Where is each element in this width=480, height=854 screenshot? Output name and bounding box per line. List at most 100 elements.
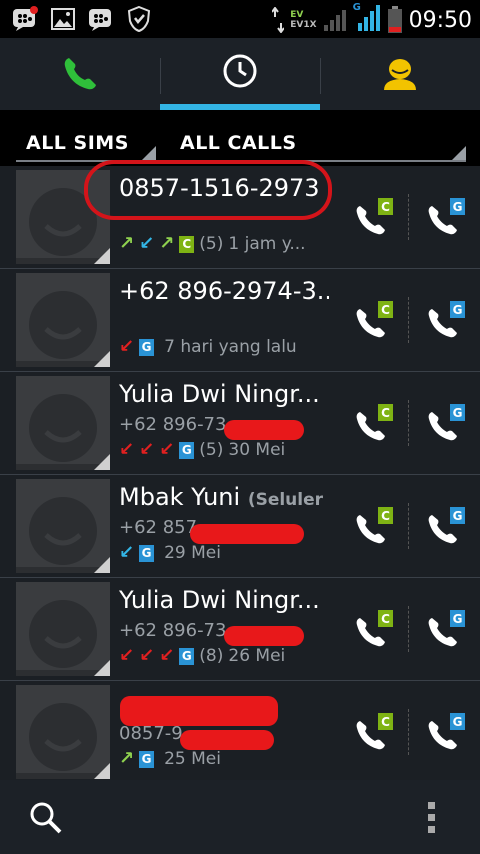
- call-out-arrow-icon: ↗: [159, 234, 175, 254]
- redaction-mark: [224, 420, 304, 440]
- call-meta: ↗ ↙ ↗ C (5) 1 jam y...: [119, 234, 334, 254]
- avatar[interactable]: [16, 273, 110, 367]
- dropdown-triangle-icon: [142, 146, 156, 160]
- sim-badge: G: [179, 647, 195, 665]
- quick-contact-triangle-icon: [94, 351, 110, 367]
- call-sim2-button[interactable]: G: [424, 711, 468, 755]
- avatar[interactable]: [16, 582, 110, 676]
- clock-icon: [223, 54, 257, 88]
- tab-phone[interactable]: [0, 38, 160, 110]
- caller-name-text: Yulia Dwi Ningr...: [119, 380, 320, 408]
- call-meta: ↙ G 7 hari yang lalu: [119, 337, 334, 357]
- call-sim2-button[interactable]: G: [424, 402, 468, 446]
- call-sim1-button[interactable]: C: [352, 402, 396, 446]
- bbm-notification-icon: [12, 6, 38, 32]
- network-tags: EV EV1X: [290, 10, 316, 30]
- call-sim2-button[interactable]: G: [424, 196, 468, 240]
- call-time: 29 Mei: [164, 543, 221, 563]
- caller-number-type: (Seluler: [247, 490, 324, 510]
- avatar[interactable]: [16, 479, 110, 573]
- call-sim1-button[interactable]: C: [352, 299, 396, 343]
- quick-contact-triangle-icon: [94, 763, 110, 779]
- bottom-action-bar: [0, 780, 480, 854]
- call-time: 25 Mei: [164, 749, 221, 769]
- call-sim1-button[interactable]: C: [352, 196, 396, 240]
- sim1-label: C: [381, 715, 390, 729]
- search-icon: [30, 802, 62, 834]
- data-activity-icon: [272, 7, 285, 33]
- button-divider: [408, 606, 409, 652]
- call-sim1-button[interactable]: C: [352, 608, 396, 652]
- sim2-label: G: [453, 715, 463, 729]
- phone-icon: [64, 58, 96, 90]
- sim2-label: G: [453, 303, 463, 317]
- phone-sim1-icon: C: [356, 713, 393, 750]
- button-divider: [408, 297, 409, 343]
- sim1-label: C: [381, 406, 390, 420]
- sim2-label: G: [453, 406, 463, 420]
- overflow-menu-button[interactable]: [426, 800, 438, 838]
- sim1-label: C: [381, 612, 390, 626]
- highlight-circle-annotation: [84, 160, 332, 220]
- call-out-arrow-icon: ↗: [119, 749, 135, 769]
- call-missed-arrow-icon: ↙: [139, 440, 155, 460]
- phone-sim1-icon: C: [356, 507, 393, 544]
- call-sim2-button[interactable]: G: [424, 608, 468, 652]
- overflow-menu-icon: [428, 802, 435, 833]
- phone-sim2-icon: G: [428, 404, 465, 441]
- tab-bar: [0, 38, 480, 110]
- caller-name: Mbak Yuni (Seluler: [119, 483, 329, 511]
- network-tag-1: EV: [290, 10, 304, 20]
- call-count: (5): [199, 234, 224, 254]
- call-time: 30 Mei: [228, 440, 286, 460]
- call-sim1-button[interactable]: C: [352, 505, 396, 549]
- call-sim2-button[interactable]: G: [424, 505, 468, 549]
- tab-contacts[interactable]: [320, 38, 480, 110]
- shield-icon: [126, 6, 152, 32]
- call-time: 1 jam y...: [228, 234, 306, 254]
- call-log-row[interactable]: 0857-1516-2973 ↗ ↙ ↗ C (5) 1 jam y... C G: [0, 160, 480, 269]
- phone-sim1-icon: C: [356, 610, 393, 647]
- call-sim2-button[interactable]: G: [424, 299, 468, 343]
- quick-contact-triangle-icon: [94, 660, 110, 676]
- button-divider: [408, 400, 409, 446]
- calls-filter-dropdown[interactable]: ALL CALLS: [170, 124, 466, 162]
- sim-badge: G: [179, 441, 195, 459]
- call-log-row[interactable]: +62 896-2974-3... ↙ G 7 hari yang lalu C…: [0, 269, 480, 372]
- sim2-label: G: [453, 612, 463, 626]
- sim-badge: G: [139, 544, 155, 562]
- call-log-list: 0857-1516-2973 ↗ ↙ ↗ C (5) 1 jam y... C G: [0, 160, 480, 784]
- phone-sim2-icon: G: [428, 507, 465, 544]
- calls-filter-label: ALL CALLS: [180, 132, 297, 154]
- avatar[interactable]: [16, 376, 110, 470]
- call-meta: ↙ ↙ ↙ G (8) 26 Mei: [119, 646, 334, 666]
- caller-number: 0857-9: [119, 723, 183, 744]
- call-count: (5): [199, 440, 224, 460]
- sims-filter-dropdown[interactable]: ALL SIMS: [16, 124, 156, 162]
- search-button[interactable]: [28, 800, 64, 840]
- button-divider: [408, 194, 409, 240]
- caller-number: +62 896-73: [119, 620, 227, 641]
- call-in-arrow-icon: ↙: [139, 234, 155, 254]
- call-time: 7 hari yang lalu: [164, 337, 297, 357]
- sims-filter-label: ALL SIMS: [26, 132, 129, 154]
- sim2-label: G: [453, 509, 463, 523]
- call-sim1-button[interactable]: C: [352, 711, 396, 755]
- sim-badge: G: [139, 338, 155, 356]
- redaction-mark: [120, 696, 278, 726]
- call-missed-arrow-icon: ↙: [159, 646, 175, 666]
- status-bar: EV EV1X G 09:50: [0, 0, 480, 38]
- avatar[interactable]: [16, 685, 110, 779]
- sim1-label: C: [381, 200, 390, 214]
- call-in-arrow-icon: ↙: [119, 543, 135, 563]
- redaction-mark: [180, 730, 274, 750]
- phone-sim2-icon: G: [428, 713, 465, 750]
- button-divider: [408, 709, 409, 755]
- call-missed-arrow-icon: ↙: [139, 646, 155, 666]
- button-divider: [408, 503, 409, 549]
- call-missed-arrow-icon: ↙: [119, 337, 135, 357]
- tab-call-log[interactable]: [160, 38, 320, 110]
- sim2-signal: G: [353, 2, 381, 36]
- phone-sim2-icon: G: [428, 301, 465, 338]
- phone-sim2-icon: G: [428, 610, 465, 647]
